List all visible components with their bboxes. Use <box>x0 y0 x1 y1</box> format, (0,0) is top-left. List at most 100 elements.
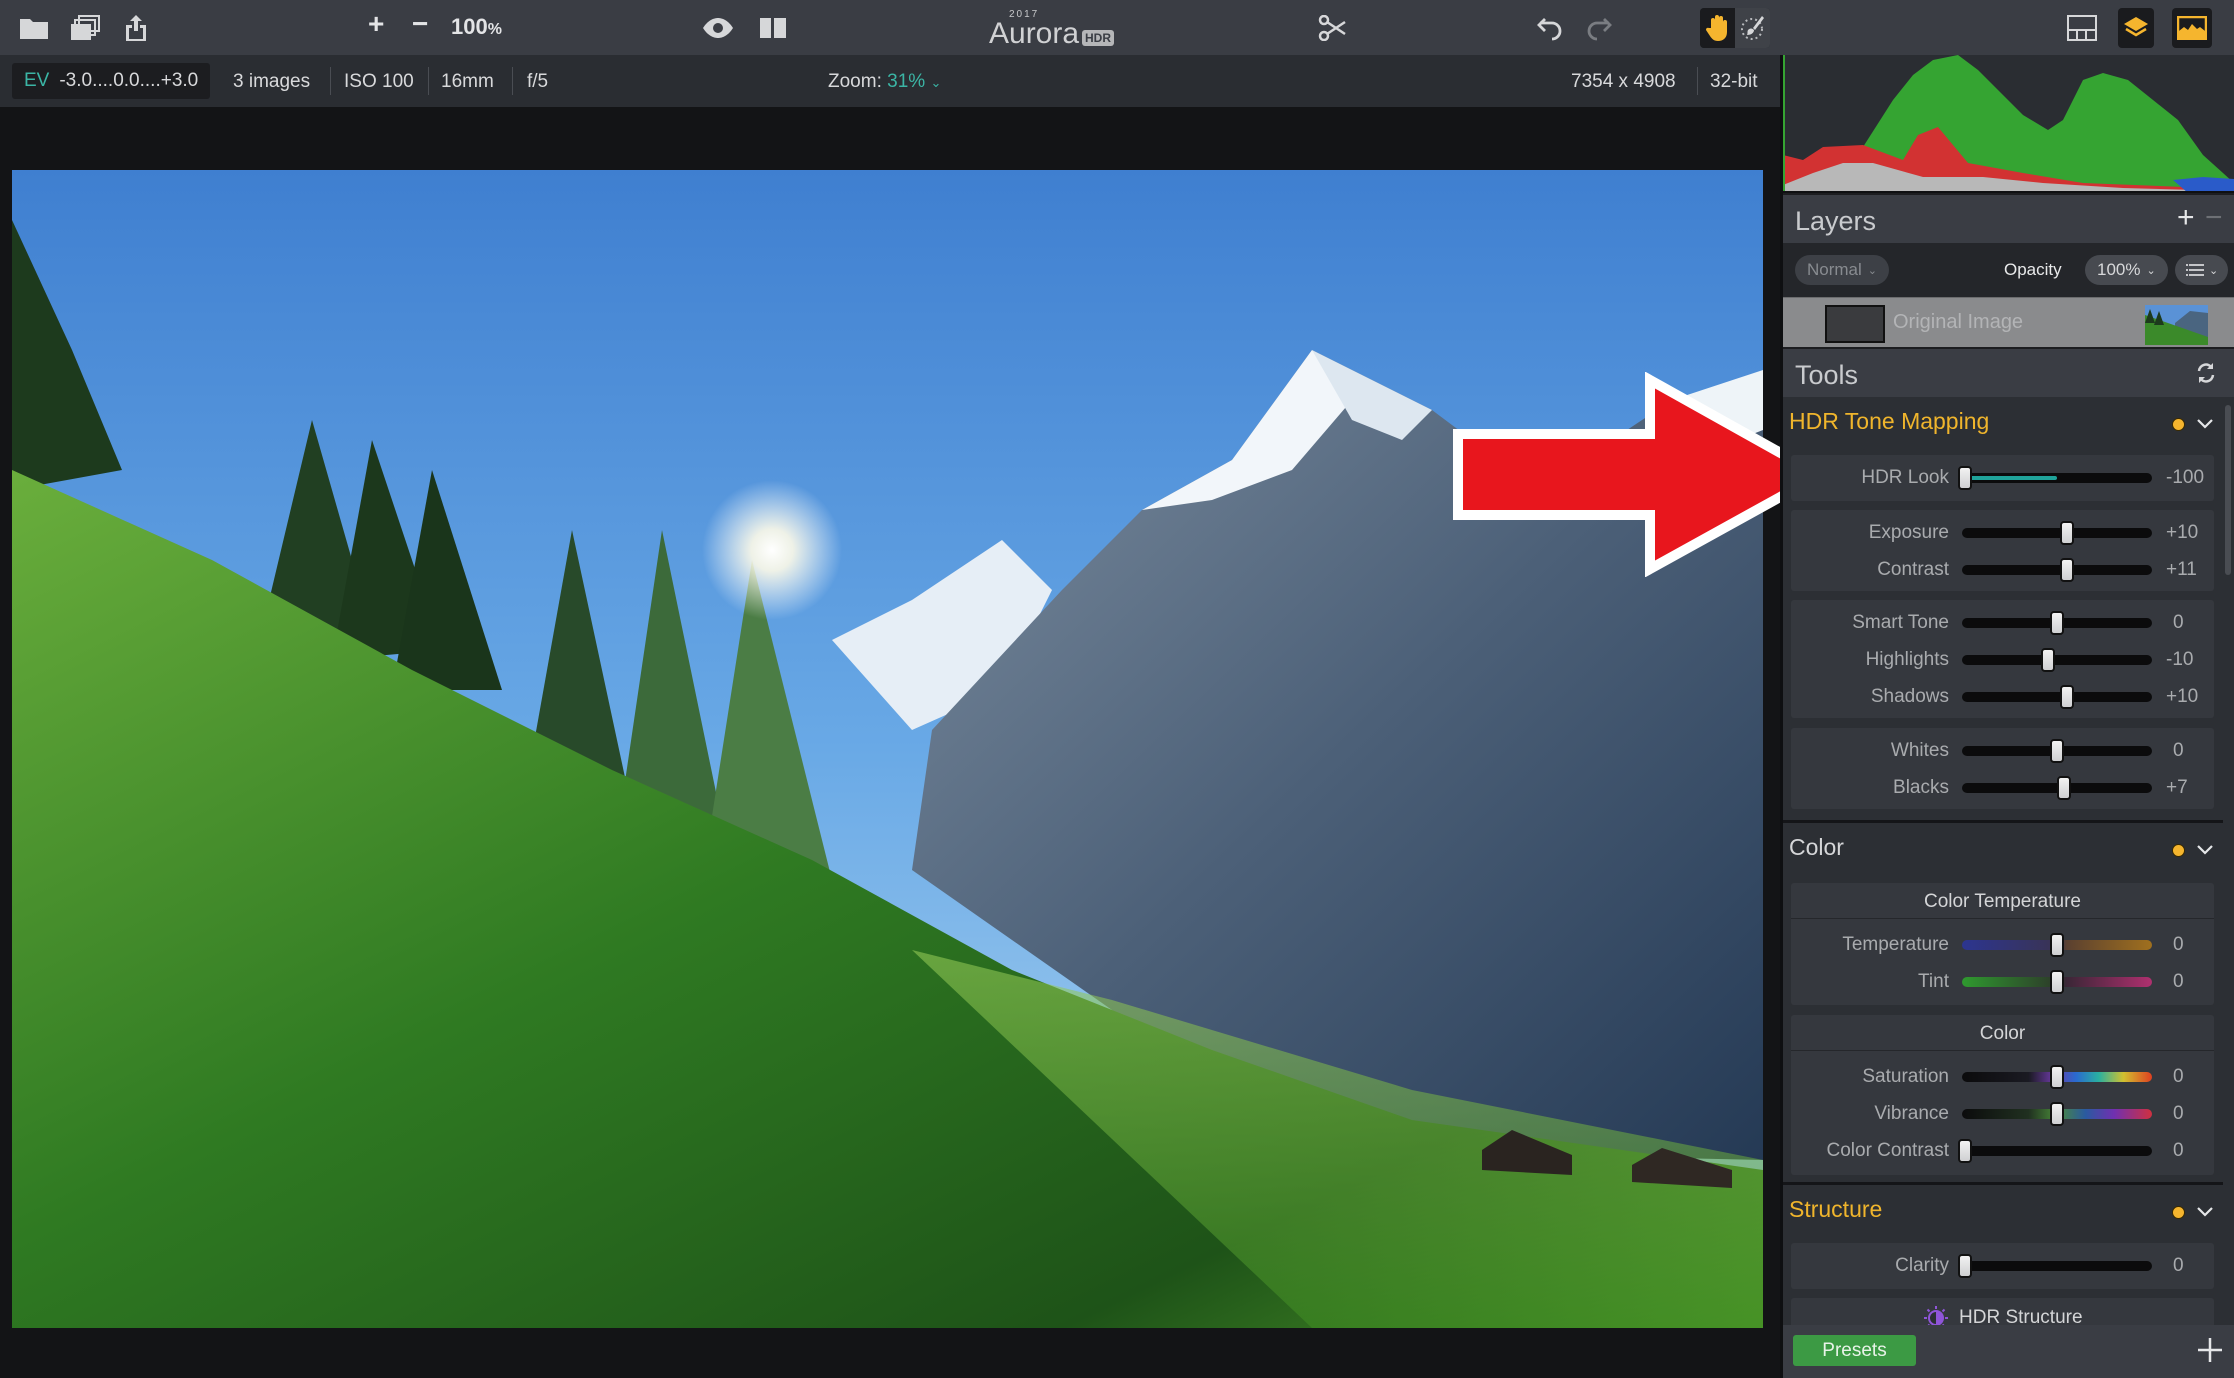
layer-item[interactable]: Original Image <box>1783 297 2234 347</box>
zoom-level-value: 100 <box>451 14 488 39</box>
layer-options-dropdown[interactable]: ⌄ <box>2175 255 2229 285</box>
presets-button[interactable]: Presets <box>1793 1335 1916 1366</box>
hand-tool-button[interactable] <box>1700 8 1735 48</box>
redo-icon[interactable] <box>1582 12 1614 44</box>
slider-track[interactable] <box>1958 1254 2152 1278</box>
brush-tool-button[interactable] <box>1735 8 1770 48</box>
slider-track[interactable] <box>1962 1102 2152 1126</box>
share-icon[interactable] <box>120 12 152 44</box>
opacity-dropdown[interactable]: 100% ⌄ <box>2085 255 2168 285</box>
histogram-icon <box>2177 16 2207 40</box>
slider-thumb[interactable] <box>1958 1139 1972 1163</box>
slider-label: Whites <box>1890 740 1949 761</box>
tools-list[interactable]: HDR Tone Mapping HDR Look -100 Exposure +1… <box>1783 400 2234 1325</box>
slider-track[interactable] <box>1962 970 2152 994</box>
slider-thumb[interactable] <box>2050 739 2064 763</box>
color-group: Color Saturation 0 Vibrance 0 Color Contra… <box>1791 1015 2214 1175</box>
slider-thumb[interactable] <box>2050 933 2064 957</box>
slider-contrast[interactable]: Contrast +11 <box>1791 552 2214 588</box>
layers-icon <box>2124 17 2148 37</box>
slider-thumb[interactable] <box>2050 1065 2064 1089</box>
layer-blend-row: Normal ⌄ Opacity 100% ⌄ ⌄ <box>1783 243 2234 297</box>
slider-blacks[interactable]: Blacks +7 <box>1791 770 2214 806</box>
separator <box>1697 67 1698 95</box>
eye-icon[interactable] <box>702 12 734 44</box>
tone-group: Smart Tone 0 Highlights -10 Shadows +10 <box>1791 600 2214 718</box>
histogram-toggle-button[interactable] <box>2172 8 2212 48</box>
scissors-icon[interactable] <box>1316 12 1348 44</box>
folder-icon[interactable] <box>18 12 50 44</box>
slider-track[interactable] <box>1962 521 2152 545</box>
slider-thumb[interactable] <box>2059 685 2074 709</box>
undo-icon[interactable] <box>1535 12 1567 44</box>
slider-track[interactable] <box>1962 611 2152 635</box>
chevron-down-icon[interactable] <box>2194 838 2216 860</box>
slider-shadows[interactable]: Shadows +10 <box>1791 679 2214 715</box>
ev-range: -3.0....0.0....+3.0 <box>59 70 199 91</box>
zoom-level[interactable]: 100% <box>451 14 502 40</box>
slider-thumb[interactable] <box>2056 776 2071 800</box>
refresh-icon[interactable] <box>2195 362 2217 384</box>
blend-mode-dropdown[interactable]: Normal ⌄ <box>1795 255 1890 285</box>
slider-track[interactable] <box>1962 933 2152 957</box>
add-layer-button[interactable]: + <box>2177 201 2195 235</box>
slider-track[interactable] <box>1958 1139 2152 1163</box>
chevron-down-icon[interactable] <box>2194 1200 2216 1222</box>
slider-highlights[interactable]: Highlights -10 <box>1791 642 2214 678</box>
slider-thumb[interactable] <box>1958 466 1972 490</box>
section-hdr-tone-mapping[interactable]: HDR Tone Mapping <box>1783 400 2223 448</box>
image-count: 3 images <box>233 71 311 92</box>
zoom-out-button[interactable]: − <box>412 8 428 40</box>
section-active-dot[interactable] <box>2172 1206 2185 1219</box>
slider-thumb[interactable] <box>2040 648 2055 672</box>
slider-clarity[interactable]: Clarity 0 <box>1791 1248 2214 1284</box>
section-color[interactable]: Color <box>1783 826 2223 874</box>
stack-icon[interactable] <box>69 12 101 44</box>
slider-hdr-look[interactable]: HDR Look -100 <box>1791 460 2214 496</box>
remove-layer-button[interactable]: − <box>2205 201 2223 235</box>
slider-thumb[interactable] <box>2050 611 2064 635</box>
slider-thumb[interactable] <box>1958 1254 1972 1278</box>
slider-value: 0 <box>2173 740 2184 761</box>
slider-color-contrast[interactable]: Color Contrast 0 <box>1791 1133 2214 1169</box>
slider-thumb[interactable] <box>2060 558 2075 582</box>
layer-thumbnail-image <box>2145 305 2208 345</box>
section-active-dot[interactable] <box>2172 418 2185 431</box>
slider-track[interactable] <box>1962 776 2152 800</box>
layer-mask-swatch[interactable] <box>1825 305 1885 343</box>
hdr-structure-item[interactable]: HDR Structure <box>1791 1298 2214 1325</box>
add-preset-icon[interactable] <box>2195 1335 2225 1365</box>
section-active-dot[interactable] <box>2172 844 2185 857</box>
slider-smart-tone[interactable]: Smart Tone 0 <box>1791 605 2214 641</box>
photo-preview[interactable] <box>12 170 1763 1328</box>
slider-track[interactable] <box>1962 685 2152 709</box>
slider-value: 0 <box>2173 612 2184 633</box>
landscape-photo <box>12 170 1763 1328</box>
slider-temperature[interactable]: Temperature 0 <box>1791 927 2214 963</box>
separator <box>512 67 513 95</box>
slider-tint[interactable]: Tint 0 <box>1791 964 2214 1000</box>
zoom-in-button[interactable]: + <box>368 8 384 40</box>
slider-thumb[interactable] <box>2059 521 2074 545</box>
slider-track[interactable] <box>1962 648 2152 672</box>
hdr-structure-label: HDR Structure <box>1959 1307 2083 1325</box>
slider-track[interactable] <box>1962 739 2152 763</box>
chevron-down-icon[interactable] <box>2194 412 2216 434</box>
zoom-dropdown[interactable]: Zoom: 31% ⌄ <box>828 71 941 93</box>
split-view-icon[interactable] <box>757 12 789 44</box>
slider-thumb[interactable] <box>2050 970 2064 994</box>
slider-track[interactable] <box>1958 466 2152 490</box>
slider-exposure[interactable]: Exposure +10 <box>1791 515 2214 551</box>
exposure-contrast-group: Exposure +10 Contrast +11 <box>1791 510 2214 591</box>
slider-whites[interactable]: Whites 0 <box>1791 733 2214 769</box>
slider-vibrance[interactable]: Vibrance 0 <box>1791 1096 2214 1132</box>
slider-track[interactable] <box>1962 558 2152 582</box>
section-structure[interactable]: Structure <box>1783 1188 2223 1236</box>
layout-icon[interactable] <box>2066 12 2098 44</box>
tools-scrollbar[interactable] <box>2225 405 2231 575</box>
slider-thumb[interactable] <box>2050 1102 2064 1126</box>
slider-track[interactable] <box>1962 1065 2152 1089</box>
layers-toggle-button[interactable] <box>2118 8 2154 48</box>
zoom-value: 31% <box>887 71 926 92</box>
slider-saturation[interactable]: Saturation 0 <box>1791 1059 2214 1095</box>
